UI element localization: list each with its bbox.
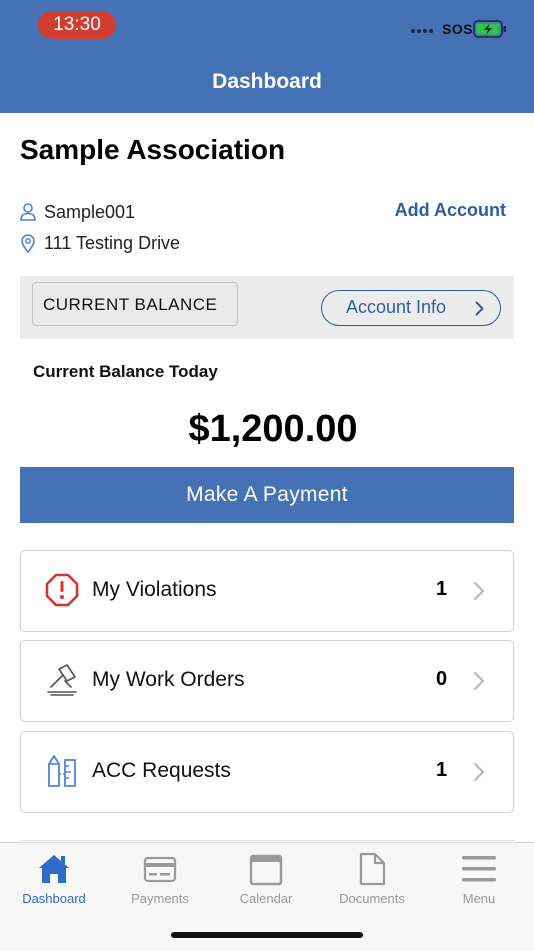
tab-documents[interactable]: Documents — [322, 847, 422, 907]
battery-charging-icon — [473, 20, 506, 38]
calendar-icon — [249, 854, 283, 886]
content-divider — [20, 840, 514, 841]
add-account-link[interactable]: Add Account — [395, 200, 506, 221]
make-payment-button[interactable]: Make A Payment — [20, 467, 514, 523]
account-id: Sample001 — [44, 201, 136, 222]
tab-label: Dashboard — [22, 891, 86, 906]
card-count: 1 — [436, 759, 448, 781]
card-label: ACC Requests — [92, 759, 231, 782]
chevron-right-icon — [473, 762, 485, 782]
navigation-header: 13:30 SOS Dashboard — [0, 0, 534, 113]
address: 111 Testing Drive — [44, 232, 181, 253]
carrier-status: SOS — [442, 21, 474, 37]
cellular-signal-icon — [411, 27, 435, 33]
balance-type-selector[interactable]: CURRENT BALANCE — [32, 282, 238, 326]
tab-label: Calendar — [239, 891, 293, 906]
chevron-right-icon — [473, 671, 485, 691]
tab-dashboard[interactable]: Dashboard — [4, 847, 104, 907]
tab-label: Menu — [462, 891, 496, 906]
violations-card[interactable]: My Violations 1 — [20, 550, 514, 632]
home-indicator[interactable] — [171, 932, 363, 938]
work-order-hammer-icon — [47, 664, 77, 696]
status-time: 13:30 — [38, 11, 116, 39]
card-count: 1 — [436, 578, 448, 600]
alert-octagon-icon — [45, 573, 79, 607]
tab-label: Documents — [339, 891, 405, 906]
card-label: My Violations — [92, 578, 217, 601]
acc-requests-card[interactable]: ACC Requests 1 — [20, 731, 514, 813]
page-title: Dashboard — [212, 70, 322, 93]
account-info-button[interactable]: Account Info — [321, 290, 501, 326]
chevron-right-icon — [475, 301, 484, 316]
tab-payments[interactable]: Payments — [110, 847, 210, 907]
work-orders-card[interactable]: My Work Orders 0 — [20, 640, 514, 722]
credit-card-icon — [143, 856, 177, 883]
card-count: 0 — [436, 668, 448, 690]
user-icon — [20, 202, 36, 222]
chevron-right-icon — [473, 581, 485, 601]
architecture-tools-icon — [48, 755, 76, 787]
balance-selector-bar: CURRENT BALANCE Account Info — [20, 276, 514, 339]
tab-calendar[interactable]: Calendar — [216, 847, 316, 907]
account-id-row: Sample001 — [20, 200, 135, 224]
address-row: 111 Testing Drive — [20, 231, 180, 255]
balance-amount: $1,200.00 — [188, 408, 358, 450]
card-label: My Work Orders — [92, 668, 245, 691]
association-name: Sample Association — [20, 134, 286, 165]
hamburger-menu-icon — [462, 856, 496, 882]
tab-label: Payments — [131, 891, 189, 906]
tab-menu[interactable]: Menu — [429, 847, 529, 907]
document-icon — [359, 852, 386, 886]
current-balance-label: Current Balance Today — [33, 362, 218, 381]
location-pin-icon — [20, 233, 36, 253]
home-icon — [39, 855, 69, 883]
account-info-label: Account Info — [346, 297, 447, 317]
